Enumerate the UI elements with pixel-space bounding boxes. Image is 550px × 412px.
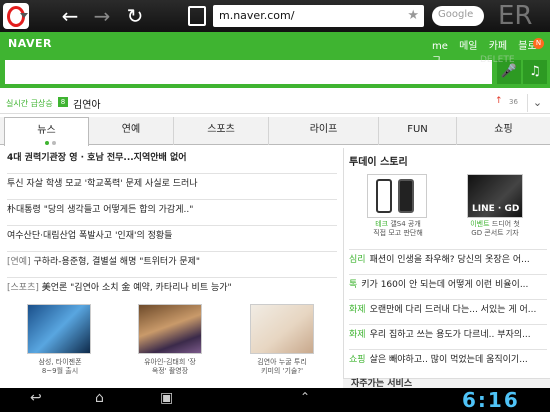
story-row-text: 우리 집하고 쓰는 용도가 다르네.. 부자의... bbox=[369, 330, 531, 340]
tab-entertainment[interactable]: 연예 bbox=[89, 117, 174, 145]
news-category: [연예] bbox=[7, 257, 31, 267]
tab-life-label: 라이프 bbox=[309, 124, 338, 135]
story-tag: 이벤트 bbox=[470, 220, 490, 228]
back-arrow-icon[interactable]: ← bbox=[58, 4, 82, 28]
news-panel: 4대 권력기관장 영 · 호남 전무...지역안배 없어 투신 자살 학생 모교… bbox=[0, 148, 343, 388]
story-row[interactable]: 심리 패션이 인생을 좌우해? 당신의 옷장은 어... bbox=[349, 249, 547, 270]
trend-label: 실시간 급상승 bbox=[6, 99, 53, 108]
naver-logo[interactable]: NAVER bbox=[8, 37, 52, 50]
thumb-caption: 김연아 누굴 투리 키미의 '기술?' bbox=[242, 358, 322, 376]
story-row-tag: 심리 bbox=[349, 255, 366, 265]
news-row-text: 4대 권력기관장 영 · 호남 전무...지역안배 없어 bbox=[7, 153, 187, 163]
story-caption-line2: GD 콘서트 기자 bbox=[471, 229, 519, 237]
story-row[interactable]: 화제 오랜만에 다리 드러내 다는... 서있는 게 어... bbox=[349, 299, 547, 320]
tab-bar: 뉴스 연예 스포츠 라이프 FUN 쇼핑 bbox=[0, 117, 550, 146]
android-system-bar: ↩ ⌂ ▣ ⌃ 6:16 bbox=[0, 388, 550, 412]
topnav-me[interactable]: me bbox=[432, 41, 448, 52]
reload-icon[interactable]: ↻ bbox=[123, 4, 147, 28]
phone-story-thumbnail[interactable] bbox=[367, 174, 427, 218]
story-row-text: 패션이 인생을 좌우해? 당신의 옷장은 어... bbox=[369, 255, 530, 265]
chevron-down-icon[interactable]: ⌄ bbox=[527, 94, 547, 112]
home-nav-icon[interactable]: ⌂ bbox=[95, 390, 104, 406]
story-row-tag: 화제 bbox=[349, 305, 366, 315]
back-nav-icon[interactable]: ↩ bbox=[30, 390, 42, 406]
white-phone-shape bbox=[376, 179, 392, 213]
topnav-mail[interactable]: 메일 bbox=[459, 41, 477, 52]
story-row-tag: 톡 bbox=[349, 280, 358, 290]
clock: 6:16 bbox=[462, 388, 520, 412]
tab-fun[interactable]: FUN bbox=[379, 117, 457, 145]
bookmark-star-icon[interactable]: ★ bbox=[407, 8, 419, 23]
story-caption-line1: 갤S4 공개 bbox=[390, 220, 421, 228]
tab-news-label: 뉴스 bbox=[37, 125, 56, 136]
tab-sports-label: 스포츠 bbox=[207, 124, 235, 135]
trend-bar[interactable]: 실시간 급상승 8 김연아 ↑ 36 ⌄ bbox=[0, 92, 550, 114]
story-caption-line2: 직접 모고 판단해 bbox=[373, 229, 423, 237]
opera-menu-icon[interactable] bbox=[3, 3, 29, 29]
browser-toolbar: ← → ↻ m.naver.com/ ★ Google bbox=[0, 0, 550, 32]
page-icon[interactable] bbox=[188, 6, 206, 26]
story-row-text: 오랜만에 다리 드러내 다는... 서있는 게 어... bbox=[369, 305, 537, 315]
forward-arrow-icon[interactable]: → bbox=[90, 4, 114, 28]
story-row[interactable]: 쇼핑 살은 빼야하고.. 많이 먹었는데 움직이기... bbox=[349, 349, 547, 370]
thumb-caption-line2: 키미의 '기술?' bbox=[261, 367, 303, 375]
thumb-caption-line2: 8~9월 출시 bbox=[41, 367, 79, 375]
story-row-text: 살은 빼야하고.. 많이 먹었는데 움직이기... bbox=[369, 355, 528, 365]
thumb-caption-line1: 김연아 누굴 투리 bbox=[257, 358, 307, 366]
news-category: [스포츠] bbox=[7, 283, 39, 293]
news-row-text: 여수산단·대림산업 폭발사고 '인재'의 정황들 bbox=[7, 231, 173, 241]
tab-news[interactable]: 뉴스 bbox=[4, 117, 89, 146]
thumb-caption-line1: 삼성, 타이젠폰 bbox=[38, 358, 82, 366]
story-row-tag: 화제 bbox=[349, 330, 366, 340]
story-title: 투데이 스토리 bbox=[349, 157, 408, 168]
search-engine-field[interactable]: Google bbox=[432, 6, 484, 26]
recent-apps-icon[interactable]: ▣ bbox=[160, 390, 173, 406]
news-row-text: 투신 자살 학생 모교 '학교폭력' 문제 사실로 드러나 bbox=[7, 179, 198, 189]
thumb-caption: 유아인-김태희 '장 옥정' 촬영장 bbox=[130, 358, 210, 376]
scroll-up-icon[interactable]: ⌃ bbox=[300, 390, 310, 404]
thumb-caption-line2: 옥정' 촬영장 bbox=[151, 367, 189, 375]
story-row-tag: 쇼핑 bbox=[349, 355, 366, 365]
tab-shopping-label: 쇼핑 bbox=[494, 124, 513, 135]
phone-thumbnail[interactable] bbox=[27, 304, 91, 354]
trend-count: 36 bbox=[509, 98, 518, 106]
trend-word[interactable]: 김연아 bbox=[73, 96, 101, 111]
skater-thumbnail[interactable] bbox=[250, 304, 314, 354]
news-row-text: 美언론 "김연아 소치 金 예약, 카타리나 비트 능가" bbox=[38, 283, 232, 293]
address-bar[interactable]: m.naver.com/ ★ bbox=[213, 5, 424, 27]
news-row[interactable]: 투신 자살 학생 모교 '학교폭력' 문제 사실로 드러나 bbox=[7, 174, 337, 200]
news-row[interactable]: 여수산단·대림산업 폭발사고 '인재'의 정황들 bbox=[7, 226, 337, 252]
naver-search-input[interactable] bbox=[5, 60, 492, 84]
drama-thumbnail[interactable] bbox=[138, 304, 202, 354]
gd-story-thumbnail[interactable]: LINE · GD bbox=[467, 174, 523, 218]
page-indicator bbox=[45, 141, 49, 145]
tab-entertainment-label: 연예 bbox=[121, 124, 141, 135]
news-row[interactable]: [연예] 구하라-용준형, 결별설 해명 "트위터가 문제" bbox=[7, 252, 337, 278]
news-row[interactable]: 4대 권력기관장 영 · 호남 전무...지역안배 없어 bbox=[7, 148, 337, 174]
story-row[interactable]: 톡 키가 160이 안 되는데 어떻게 이런 비율이... bbox=[349, 274, 547, 295]
tab-life[interactable]: 라이프 bbox=[269, 117, 379, 145]
frequent-services-header[interactable]: 자주가는 서비스 bbox=[343, 378, 550, 389]
news-row-text: 구하라-용준형, 결별설 해명 "트위터가 문제" bbox=[30, 257, 201, 267]
tab-sports[interactable]: 스포츠 bbox=[174, 117, 269, 145]
up-arrow-icon: ↑ bbox=[495, 96, 503, 106]
story-row[interactable]: 화제 우리 집하고 쓰는 용도가 다르네.. 부자의... bbox=[349, 324, 547, 345]
story-row-text: 키가 160이 안 되는데 어떻게 이런 비율이... bbox=[361, 280, 529, 290]
black-phone-shape bbox=[398, 179, 414, 213]
news-row[interactable]: [스포츠] 美언론 "김연아 소치 金 예약, 카타리나 비트 능가" bbox=[7, 278, 337, 304]
story-tag: 테크 bbox=[375, 220, 389, 228]
thumb-caption: 삼성, 타이젠폰 8~9월 출시 bbox=[20, 358, 100, 376]
news-row[interactable]: 朴대통령 "당의 생각들고 어떻게든 합의 가감게.." bbox=[7, 200, 337, 226]
overlay-watermark: ER DELETE bbox=[480, 1, 533, 65]
story-caption: 테크 갤S4 공개 직접 모고 판단해 bbox=[358, 220, 438, 238]
news-row-text: 朴대통령 "당의 생각들고 어떻게든 합의 가감게.." bbox=[7, 205, 194, 215]
tab-shopping[interactable]: 쇼핑 bbox=[457, 117, 550, 145]
story-caption-line1: 드디어 첫 bbox=[491, 220, 520, 228]
thumb-caption-line1: 유아인-김태희 '장 bbox=[144, 358, 196, 366]
trend-rank: 8 bbox=[58, 97, 68, 107]
tab-fun-label: FUN bbox=[407, 124, 428, 135]
url-text: m.naver.com/ bbox=[219, 9, 295, 22]
story-caption: 이벤트 드디어 첫 GD 콘서트 기자 bbox=[455, 220, 535, 238]
line-gd-logo: LINE · GD bbox=[472, 204, 520, 214]
